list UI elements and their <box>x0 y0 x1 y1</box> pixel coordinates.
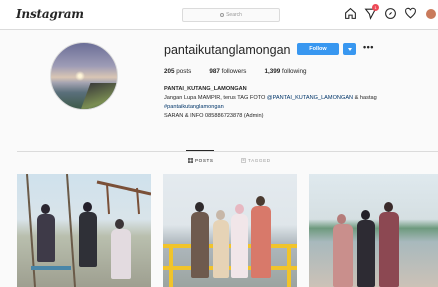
person-head <box>384 202 393 212</box>
bio-line-1: Jangan Lupa MAMPIR, terus TAG FOTO @PANT… <box>164 95 377 101</box>
bio-hashtag-link[interactable]: #pantaikutanglamongan <box>164 103 434 112</box>
person-head <box>256 196 265 206</box>
tabs-divider <box>17 151 438 152</box>
person-head <box>41 204 50 214</box>
pier <box>79 83 117 109</box>
person <box>111 229 131 279</box>
search-icon <box>220 13 225 17</box>
instagram-logo[interactable]: Instagram <box>16 7 84 21</box>
followers-stat[interactable]: 987 followers <box>209 68 246 75</box>
tab-tagged[interactable]: TAGGED <box>241 158 271 163</box>
person <box>251 206 271 278</box>
person <box>37 214 55 262</box>
bio-info: SARAN & INFO 085886723878 (Admin) <box>164 113 264 119</box>
more-options-icon[interactable]: ••• <box>363 42 374 52</box>
direct-icon[interactable]: 1 <box>363 4 379 21</box>
post-thumbnail[interactable] <box>309 174 438 287</box>
railing <box>163 266 297 270</box>
person <box>357 220 375 287</box>
person-head <box>83 202 92 212</box>
suggestions-dropdown-button[interactable] <box>343 43 356 55</box>
person <box>213 220 229 278</box>
active-tab-indicator <box>186 150 214 151</box>
person <box>333 224 353 287</box>
person-head <box>361 210 370 220</box>
search-placeholder: Search <box>226 12 242 18</box>
person-head <box>235 204 244 214</box>
tab-posts[interactable]: POSTS <box>188 158 214 163</box>
railing <box>163 244 297 248</box>
heart-icon[interactable] <box>403 6 418 21</box>
top-nav: Instagram Search 1 <box>0 0 438 30</box>
bio-name: PANTAI_KUTANG_LAMONGAN <box>164 86 247 92</box>
home-icon[interactable] <box>343 6 358 21</box>
post-thumbnail[interactable] <box>17 174 151 287</box>
profile-picture[interactable] <box>50 42 118 110</box>
follow-button[interactable]: Follow <box>297 43 339 55</box>
railing-post <box>169 244 173 287</box>
post-thumbnail[interactable] <box>163 174 297 287</box>
person-head <box>115 219 124 229</box>
person-head <box>216 210 225 220</box>
person <box>191 212 209 278</box>
explore-icon[interactable] <box>383 6 398 21</box>
profile-stats: 205 posts 987 followers 1,399 following <box>164 68 306 75</box>
chevron-down-icon <box>347 47 352 51</box>
search-input[interactable]: Search <box>182 8 280 22</box>
profile-username: pantaikutanglamongan <box>164 43 291 57</box>
nav-icons: 1 <box>343 4 438 21</box>
grid-icon <box>188 158 193 163</box>
railing-post <box>287 244 291 287</box>
bio-mention-link[interactable]: @PANTAI_KUTANG_LAMONGAN <box>267 95 353 101</box>
profile-bio: PANTAI_KUTANG_LAMONGAN Jangan Lupa MAMPI… <box>164 85 434 121</box>
posts-stat: 205 posts <box>164 68 192 75</box>
person-head <box>195 202 204 212</box>
profile-avatar-icon[interactable] <box>423 6 438 21</box>
person <box>79 212 97 267</box>
following-stat[interactable]: 1,399 following <box>264 68 306 75</box>
person <box>231 214 248 278</box>
notification-badge: 1 <box>372 4 379 11</box>
person-head <box>337 214 346 224</box>
person <box>379 212 399 287</box>
sunset-sun <box>75 71 85 81</box>
tag-icon <box>241 158 246 163</box>
